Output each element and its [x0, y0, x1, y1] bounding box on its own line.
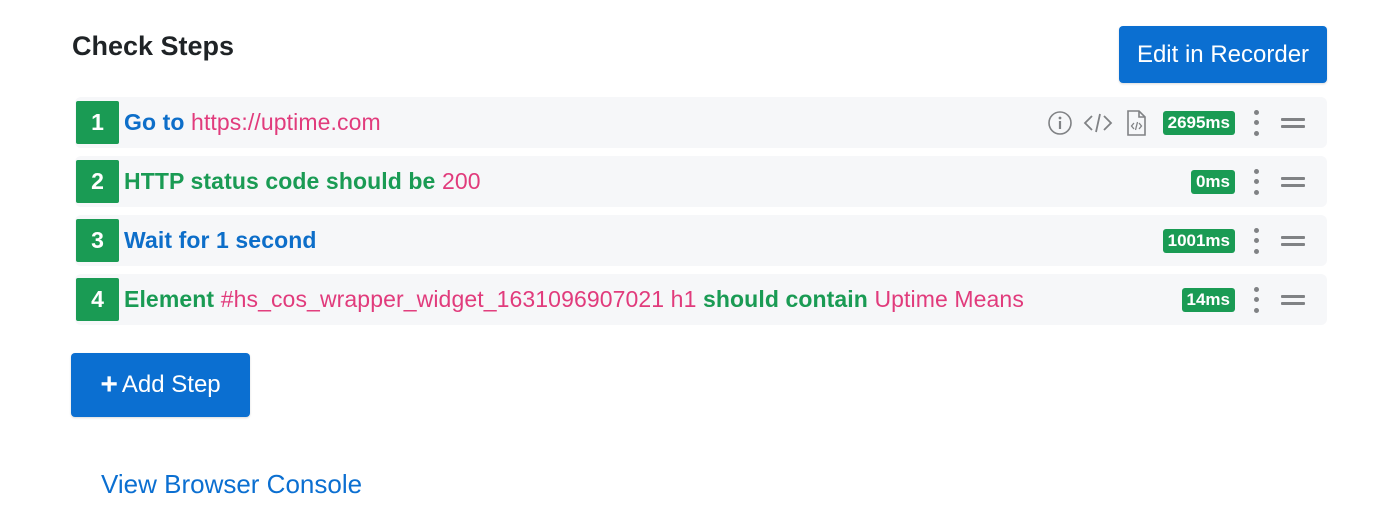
duration-badge: 14ms [1181, 287, 1235, 312]
kebab-menu-icon[interactable] [1251, 168, 1261, 195]
duration-badge: 1001ms [1162, 228, 1235, 253]
step-row[interactable]: 4 Element #hs_cos_wrapper_widget_16310969… [75, 274, 1327, 325]
code-icon[interactable] [1083, 108, 1113, 138]
step-number: 1 [76, 101, 119, 144]
add-step-label: Add Step [121, 371, 221, 398]
step-keyword: Go to [124, 109, 185, 135]
step-value: https://uptime.com [191, 109, 381, 135]
step-controls: 1001ms [1159, 215, 1327, 266]
step-description: Go to https://uptime.com [124, 109, 381, 136]
step-value: #hs_cos_wrapper_widget_1631096907021 h1 [220, 286, 697, 312]
kebab-menu-icon[interactable] [1251, 109, 1261, 136]
section-title: Check Steps [72, 31, 235, 61]
kebab-menu-icon[interactable] [1251, 286, 1261, 313]
file-code-icon[interactable] [1121, 108, 1151, 138]
step-description: Element #hs_cos_wrapper_widget_163109690… [124, 286, 1024, 313]
step-controls: 14ms [1178, 274, 1327, 325]
drag-handle-icon[interactable] [1281, 294, 1305, 305]
view-browser-console-link[interactable]: View Browser Console [101, 466, 362, 502]
step-keyword: Element [124, 286, 215, 312]
duration-badge: 2695ms [1162, 110, 1235, 135]
drag-handle-icon[interactable] [1281, 176, 1305, 187]
step-keyword: should contain [702, 286, 868, 312]
duration-badge: 0ms [1190, 169, 1235, 194]
step-row[interactable]: 1 Go to https://uptime.com 2695ms [75, 97, 1327, 148]
drag-handle-icon[interactable] [1281, 235, 1305, 246]
step-value: 200 [441, 168, 481, 194]
drag-handle-icon[interactable] [1281, 117, 1305, 128]
step-number: 3 [76, 219, 119, 262]
add-step-button[interactable]: + Add Step [71, 353, 250, 417]
info-circle-icon[interactable] [1045, 108, 1075, 138]
step-row[interactable]: 3 Wait for 1 second 1001ms [75, 215, 1327, 266]
check-steps-panel: Check Steps Edit in Recorder 1 Go to http… [0, 0, 1392, 520]
step-description: Wait for 1 second [124, 227, 317, 254]
step-number: 4 [76, 278, 119, 321]
step-description: HTTP status code should be 200 [124, 168, 481, 195]
step-number: 2 [76, 160, 119, 203]
steps-list: 1 Go to https://uptime.com 2695ms 2 HTTP sta… [75, 97, 1327, 333]
step-row[interactable]: 2 HTTP status code should be 200 0ms [75, 156, 1327, 207]
plus-icon: + [100, 368, 118, 401]
step-keyword: Wait for 1 second [124, 227, 317, 253]
edit-in-recorder-button[interactable]: Edit in Recorder [1119, 26, 1327, 83]
step-controls: 0ms [1187, 156, 1327, 207]
kebab-menu-icon[interactable] [1251, 227, 1261, 254]
step-keyword: HTTP status code should be [124, 168, 436, 194]
step-controls: 2695ms [1045, 97, 1327, 148]
step-value: Uptime Means [874, 286, 1024, 312]
